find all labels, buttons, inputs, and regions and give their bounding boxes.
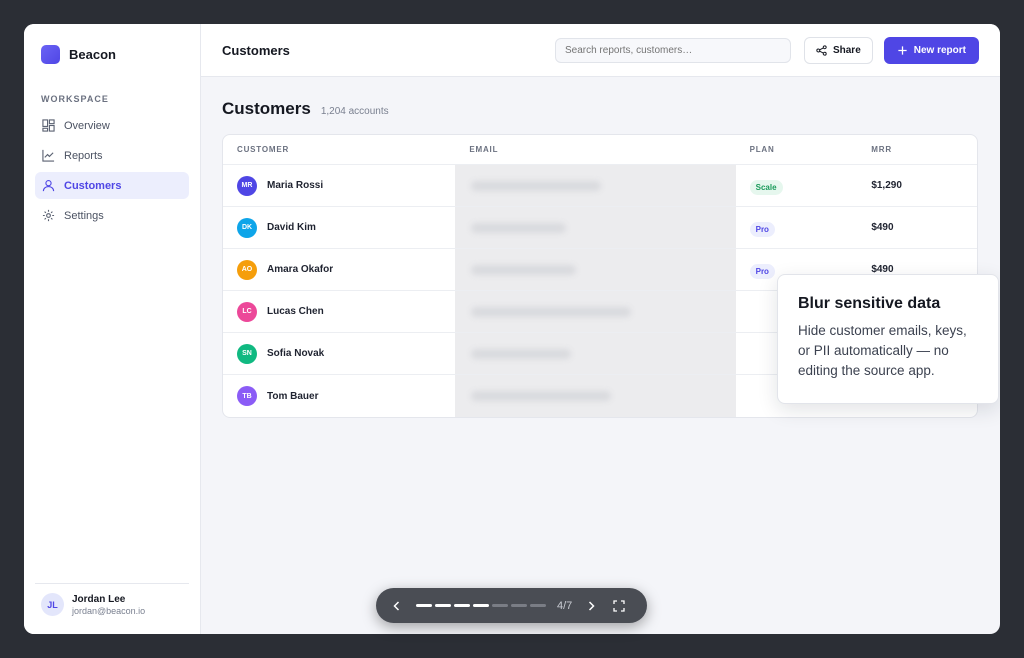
progress-segment[interactable] bbox=[511, 604, 527, 607]
customer-name: David Kim bbox=[267, 222, 316, 233]
plan-badge: Scale bbox=[749, 179, 783, 195]
table-header: CUSTOMER EMAIL PLAN MRR bbox=[223, 135, 977, 165]
chevron-left-icon bbox=[393, 600, 400, 611]
page-title: Customers bbox=[222, 99, 311, 118]
main-area: Customers Share New report Customers 1,2… bbox=[201, 24, 1000, 634]
blurred-email bbox=[471, 307, 632, 317]
column-header-plan[interactable]: PLAN bbox=[736, 145, 858, 154]
avatar: TB bbox=[237, 386, 257, 406]
brand[interactable]: Beacon bbox=[24, 24, 200, 84]
avatar: AO bbox=[237, 259, 257, 280]
progress-segments bbox=[416, 604, 549, 607]
customer-name: Maria Rossi bbox=[267, 180, 324, 191]
email-cell-blurred bbox=[455, 207, 736, 248]
blurred-email bbox=[471, 223, 567, 233]
column-header-customer[interactable]: CUSTOMER bbox=[223, 145, 455, 154]
customer-name: Tom Bauer bbox=[267, 390, 319, 402]
new-report-label: New report bbox=[913, 44, 966, 56]
share-button[interactable]: Share bbox=[803, 36, 873, 64]
share-label: Share bbox=[832, 44, 861, 56]
customer-cell: MR Maria Rossi bbox=[223, 175, 455, 196]
user-icon bbox=[42, 179, 55, 192]
table-row[interactable]: DK David Kim Pro $490 bbox=[223, 207, 977, 249]
tour-player-bar: 4/7 bbox=[376, 588, 647, 623]
gear-icon bbox=[42, 209, 55, 222]
beacon-logo-icon bbox=[41, 44, 60, 64]
plan-cell: Pro bbox=[736, 219, 858, 237]
nav-section-label: WORKSPACE bbox=[41, 94, 109, 104]
customer-name: Amara Okafor bbox=[267, 264, 334, 275]
sidebar-item-settings[interactable]: Settings bbox=[35, 202, 189, 229]
callout-body: Hide customer emails, keys, or PII autom… bbox=[798, 323, 967, 378]
customer-cell: AO Amara Okafor bbox=[223, 259, 455, 280]
grid-icon bbox=[42, 119, 55, 132]
blurred-email bbox=[471, 265, 577, 275]
step-counter: 4/7 bbox=[557, 599, 573, 612]
avatar: MR bbox=[237, 175, 257, 196]
sidebar-item-customers[interactable]: Customers bbox=[35, 172, 189, 199]
previous-button[interactable] bbox=[390, 599, 404, 613]
progress-segment[interactable] bbox=[530, 604, 546, 607]
progress-segment[interactable] bbox=[454, 604, 470, 607]
plan-badge: Pro bbox=[749, 263, 775, 279]
share-icon bbox=[816, 44, 827, 56]
sidebar: Beacon WORKSPACE Overview Reports Custom… bbox=[24, 24, 201, 634]
column-header-email[interactable]: EMAIL bbox=[455, 135, 735, 164]
page-header: Customers 1,204 accounts bbox=[222, 99, 979, 119]
blurred-email bbox=[471, 391, 612, 401]
brand-name: Beacon bbox=[69, 46, 116, 62]
column-header-mrr[interactable]: MRR bbox=[857, 145, 977, 154]
progress-segment[interactable] bbox=[473, 604, 489, 607]
avatar: LC bbox=[237, 301, 257, 322]
customer-cell: TB Tom Bauer bbox=[223, 386, 455, 406]
mrr-value: $1,290 bbox=[871, 180, 902, 191]
user-name: Jordan Lee bbox=[72, 593, 126, 605]
user-email: jordan@beacon.io bbox=[72, 605, 146, 616]
avatar: SN bbox=[237, 343, 257, 364]
plan-badge: Pro bbox=[749, 221, 775, 237]
search-input[interactable] bbox=[554, 37, 791, 63]
blurred-email bbox=[471, 349, 572, 359]
email-cell-blurred bbox=[455, 333, 736, 374]
table-row[interactable]: MR Maria Rossi Scale $1,290 bbox=[223, 165, 977, 207]
sidebar-item-label: Customers bbox=[64, 179, 122, 192]
sidebar-item-label: Overview bbox=[64, 119, 110, 132]
plan-cell: Scale bbox=[736, 177, 858, 195]
customer-cell: LC Lucas Chen bbox=[223, 301, 455, 322]
fullscreen-icon bbox=[613, 599, 625, 612]
progress-segment[interactable] bbox=[416, 604, 432, 607]
avatar: DK bbox=[237, 217, 257, 238]
progress-segment[interactable] bbox=[492, 604, 508, 607]
sidebar-item-overview[interactable]: Overview bbox=[35, 112, 189, 139]
email-cell-blurred bbox=[455, 375, 736, 417]
customer-name: Lucas Chen bbox=[267, 306, 324, 317]
progress-segment[interactable] bbox=[435, 604, 451, 607]
sidebar-item-label: Reports bbox=[64, 149, 103, 162]
new-report-button[interactable]: New report bbox=[883, 36, 979, 64]
callout-title: Blur sensitive data bbox=[798, 295, 941, 312]
customer-name: Sofia Novak bbox=[267, 348, 325, 359]
plus-icon bbox=[898, 45, 907, 55]
chevron-right-icon bbox=[589, 600, 595, 611]
sidebar-item-label: Settings bbox=[64, 209, 104, 222]
email-cell-blurred bbox=[455, 249, 736, 290]
avatar: JL bbox=[41, 593, 64, 616]
blurred-email bbox=[471, 181, 602, 191]
chart-line-icon bbox=[42, 149, 55, 162]
customer-cell: DK David Kim bbox=[223, 217, 455, 238]
mrr-value: $490 bbox=[871, 222, 894, 233]
topbar: Customers Share New report bbox=[201, 24, 1000, 77]
app-window: Beacon WORKSPACE Overview Reports Custom… bbox=[24, 24, 1000, 634]
fullscreen-button[interactable] bbox=[612, 599, 626, 613]
customer-cell: SN Sofia Novak bbox=[223, 343, 455, 364]
topbar-title: Customers bbox=[222, 42, 290, 58]
user-profile[interactable]: JL Jordan Lee jordan@beacon.io bbox=[35, 583, 189, 616]
feature-callout: Blur sensitive data Hide customer emails… bbox=[777, 274, 999, 404]
next-button[interactable] bbox=[584, 599, 598, 613]
sidebar-item-reports[interactable]: Reports bbox=[35, 142, 189, 169]
email-cell-blurred bbox=[455, 165, 736, 206]
account-count: 1,204 accounts bbox=[320, 106, 389, 117]
email-cell-blurred bbox=[455, 291, 736, 332]
